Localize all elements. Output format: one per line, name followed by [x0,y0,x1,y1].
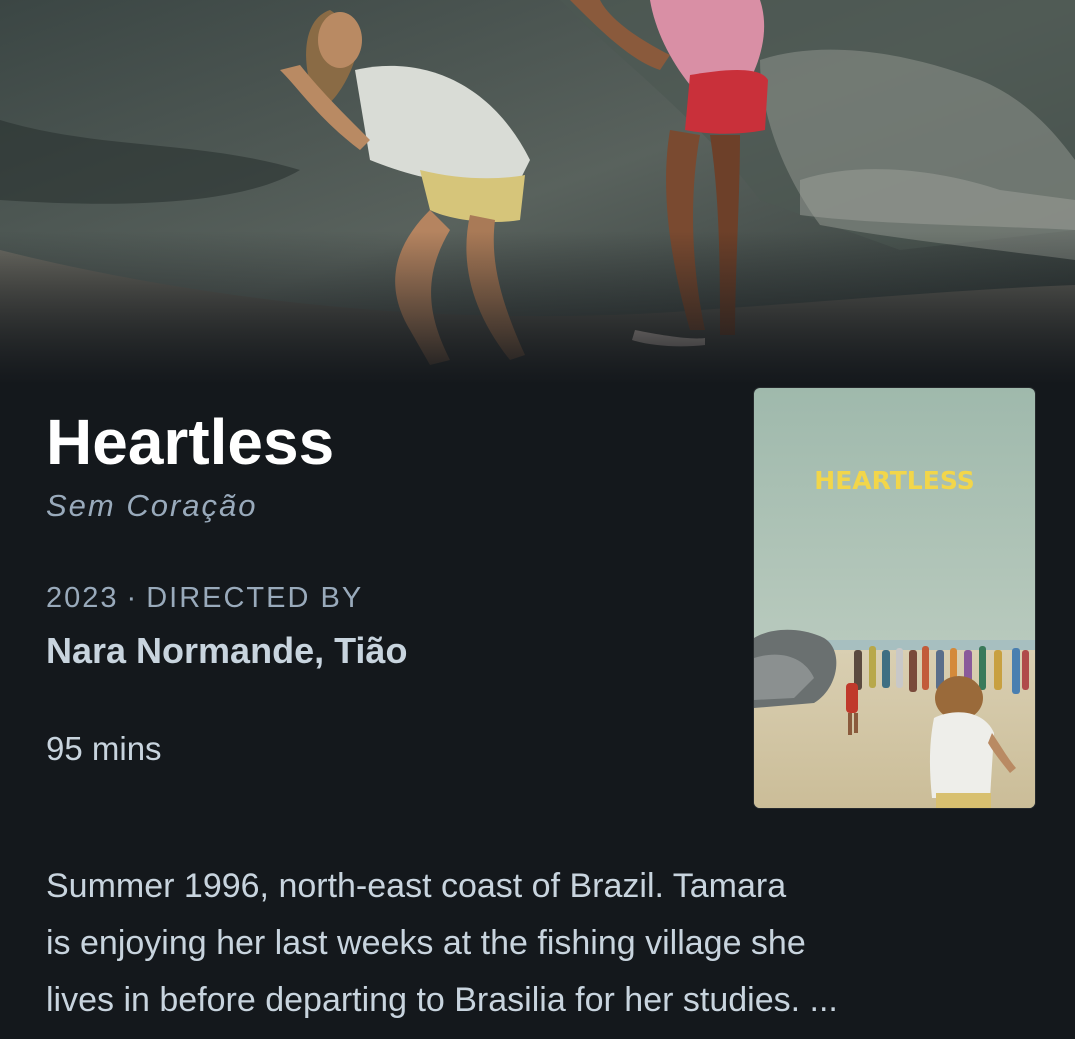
release-year[interactable]: 2023 [46,582,119,614]
poster-title-text: HEARTLESS [814,466,975,495]
backdrop-fade [0,0,1075,385]
film-title: Heartless [46,406,335,478]
directed-by-label: DIRECTED BY [146,582,364,614]
original-title: Sem Coração [46,488,258,523]
synopsis[interactable]: Summer 1996, north-east coast of Brazil.… [46,858,1036,1029]
film-poster[interactable]: HEARTLESS [754,388,1035,808]
synopsis-line: lives in before departing to Brasilia fo… [46,981,838,1019]
film-meta: 2023 · DIRECTED BY [46,582,363,615]
synopsis-line: is enjoying her last weeks at the fishin… [46,924,806,962]
synopsis-line: Summer 1996, north-east coast of Brazil.… [46,867,787,905]
runtime: 95 mins [46,730,162,767]
meta-separator: · [126,582,139,614]
directors-link[interactable]: Nara Normande, Tião [46,630,407,672]
